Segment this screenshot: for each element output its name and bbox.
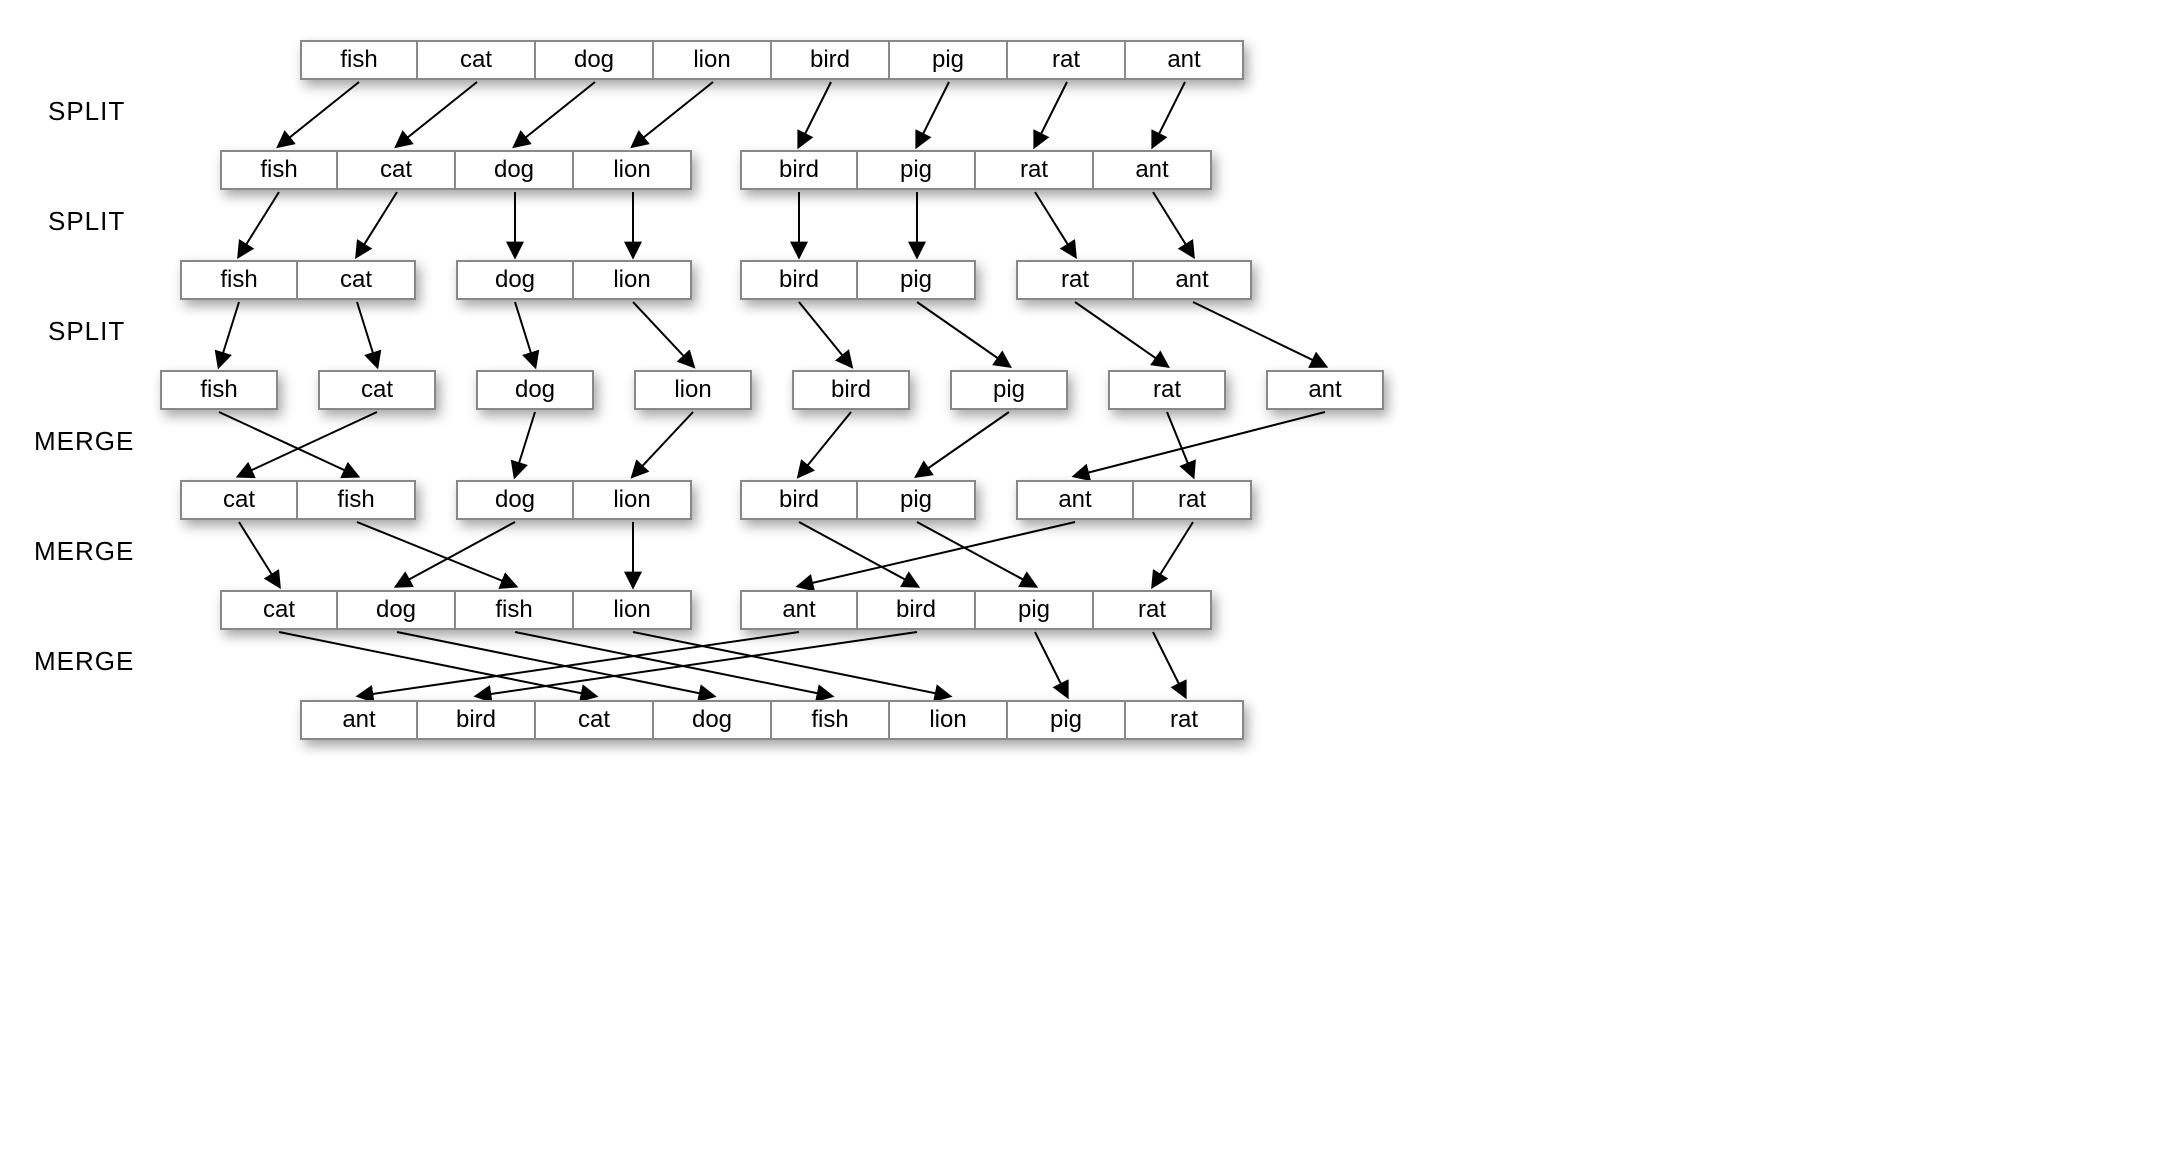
cell: lion xyxy=(574,590,692,630)
cell: ant xyxy=(740,590,858,630)
label-split-2: SPLIT xyxy=(48,206,125,237)
row6-result: antbirdcatdogfishlionpigrat xyxy=(300,700,1244,740)
cell: ant xyxy=(1126,40,1244,80)
cell: pig xyxy=(1008,700,1126,740)
row5-right: antbirdpigrat xyxy=(740,590,1212,630)
cell: fish xyxy=(772,700,890,740)
cell: cat xyxy=(418,40,536,80)
label-split-3: SPLIT xyxy=(48,316,125,347)
cell: cat xyxy=(220,590,338,630)
row3-g1: cat xyxy=(318,370,436,410)
cell: cat xyxy=(298,260,416,300)
cell: ant xyxy=(1266,370,1384,410)
cell: pig xyxy=(858,480,976,520)
cell: fish xyxy=(300,40,418,80)
label-merge-3: MERGE xyxy=(34,646,134,677)
label-merge-2: MERGE xyxy=(34,536,134,567)
cell: pig xyxy=(858,150,976,190)
cell: dog xyxy=(476,370,594,410)
row5-left: catdogfishlion xyxy=(220,590,692,630)
row2-g1: doglion xyxy=(456,260,692,300)
cell: lion xyxy=(574,260,692,300)
row4-g0: catfish xyxy=(180,480,416,520)
cell: rat xyxy=(1008,40,1126,80)
cell: cat xyxy=(536,700,654,740)
cell: bird xyxy=(740,480,858,520)
cell: pig xyxy=(858,260,976,300)
row1-right: birdpigratant xyxy=(740,150,1212,190)
cell: bird xyxy=(418,700,536,740)
cell: rat xyxy=(1126,700,1244,740)
cell: fish xyxy=(160,370,278,410)
cell: ant xyxy=(1016,480,1134,520)
cell: pig xyxy=(890,40,1008,80)
row4-g3: antrat xyxy=(1016,480,1252,520)
cell: rat xyxy=(1094,590,1212,630)
row3-g6: rat xyxy=(1108,370,1226,410)
row3-g3: lion xyxy=(634,370,752,410)
cell: cat xyxy=(318,370,436,410)
label-merge-1: MERGE xyxy=(34,426,134,457)
cell: lion xyxy=(890,700,1008,740)
cell: rat xyxy=(1134,480,1252,520)
cell: dog xyxy=(456,480,574,520)
row3-g5: pig xyxy=(950,370,1068,410)
cell: dog xyxy=(338,590,456,630)
cell: dog xyxy=(654,700,772,740)
cell: fish xyxy=(180,260,298,300)
row3-g2: dog xyxy=(476,370,594,410)
mergesort-diagram: SPLIT SPLIT SPLIT MERGE MERGE MERGE fish… xyxy=(20,20,1480,800)
cell: lion xyxy=(634,370,752,410)
cell: bird xyxy=(740,260,858,300)
cell: bird xyxy=(792,370,910,410)
row2-g3: ratant xyxy=(1016,260,1252,300)
cell: lion xyxy=(654,40,772,80)
row1-left: fishcatdoglion xyxy=(220,150,692,190)
cell: pig xyxy=(950,370,1068,410)
cell: ant xyxy=(1094,150,1212,190)
arrow-layer xyxy=(20,20,1480,800)
row2-g0: fishcat xyxy=(180,260,416,300)
cell: pig xyxy=(976,590,1094,630)
row4-g1: doglion xyxy=(456,480,692,520)
cell: lion xyxy=(574,150,692,190)
row3-g4: bird xyxy=(792,370,910,410)
cell: ant xyxy=(1134,260,1252,300)
cell: dog xyxy=(456,150,574,190)
cell: bird xyxy=(858,590,976,630)
cell: fish xyxy=(298,480,416,520)
cell: fish xyxy=(220,150,338,190)
row0-array: fishcatdoglionbirdpigratant xyxy=(300,40,1244,80)
cell: ant xyxy=(300,700,418,740)
row2-g2: birdpig xyxy=(740,260,976,300)
cell: fish xyxy=(456,590,574,630)
row4-g2: birdpig xyxy=(740,480,976,520)
cell: cat xyxy=(180,480,298,520)
cell: lion xyxy=(574,480,692,520)
cell: bird xyxy=(772,40,890,80)
cell: bird xyxy=(740,150,858,190)
cell: dog xyxy=(536,40,654,80)
cell: rat xyxy=(1108,370,1226,410)
cell: rat xyxy=(976,150,1094,190)
cell: cat xyxy=(338,150,456,190)
row3-g7: ant xyxy=(1266,370,1384,410)
cell: dog xyxy=(456,260,574,300)
label-split-1: SPLIT xyxy=(48,96,125,127)
row3-g0: fish xyxy=(160,370,278,410)
cell: rat xyxy=(1016,260,1134,300)
